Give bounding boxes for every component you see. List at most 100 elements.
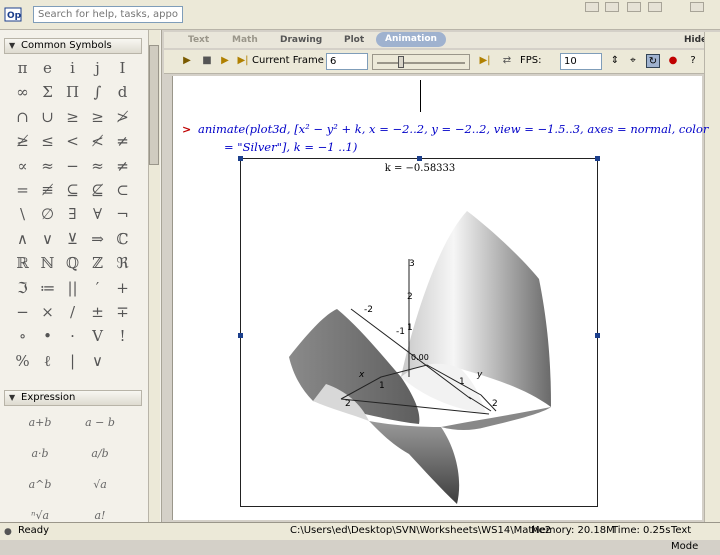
symbol-palette-item[interactable]: ∀ [85, 202, 110, 226]
symbol-palette-item[interactable]: ℓ [35, 349, 60, 373]
direction-icon[interactable]: ⇄ [500, 54, 514, 68]
symbol-palette-item[interactable]: ⇒ [85, 227, 110, 251]
frame-slider[interactable] [372, 54, 470, 70]
symbol-palette-item[interactable]: ⊂ [110, 178, 135, 202]
slider-thumb[interactable] [397, 56, 404, 68]
toolbar-button-5[interactable] [690, 2, 704, 12]
expression-palette-item[interactable]: a − b [70, 407, 130, 438]
resize-handle-mr[interactable] [595, 333, 600, 338]
symbol-palette-item[interactable]: ≈ [35, 154, 60, 178]
expression-palette-item[interactable]: a·b [10, 438, 70, 469]
symbol-palette-item[interactable]: ∫ [85, 80, 110, 104]
expression-palette-item[interactable]: a+b [10, 407, 70, 438]
symbol-palette-item[interactable]: ≮ [85, 129, 110, 153]
symbol-palette-item[interactable]: ≈ [85, 154, 110, 178]
symbol-palette-item[interactable]: j [85, 56, 110, 80]
resize-handle-tl[interactable] [238, 156, 243, 161]
maple-app-icon[interactable]: Op [4, 6, 22, 24]
symbol-palette-item[interactable]: = [10, 178, 35, 202]
tab-drawing[interactable]: Drawing [280, 33, 322, 47]
symbol-palette-item[interactable]: ⊆ [60, 178, 85, 202]
symbol-palette-item[interactable]: · [60, 324, 85, 348]
symbol-palette-item[interactable]: ¬ [110, 202, 135, 226]
symbol-palette-item[interactable]: ≥ [60, 105, 85, 129]
expression-palette-item[interactable]: a^b [10, 469, 70, 500]
symbol-palette-item[interactable]: ℕ [35, 251, 60, 275]
symbol-palette-item[interactable]: ∨ [35, 227, 60, 251]
symbol-palette-item[interactable]: ℤ [85, 251, 110, 275]
symbol-palette-item[interactable]: × [35, 300, 60, 324]
symbol-palette-item[interactable]: ≠ [110, 129, 135, 153]
symbol-palette-item[interactable]: ∃ [60, 202, 85, 226]
symbol-palette-item[interactable]: ℚ [60, 251, 85, 275]
symbol-palette-item[interactable]: ∓ [110, 300, 135, 324]
symbol-palette-item[interactable]: ! [110, 324, 135, 348]
expression-palette-item[interactable]: √a [70, 469, 130, 500]
symbol-palette-item[interactable]: % [10, 349, 35, 373]
symbol-palette-item[interactable]: ∨ [85, 349, 110, 373]
symbol-palette-item[interactable]: ′ [85, 276, 110, 300]
symbol-palette-item[interactable]: i [60, 56, 85, 80]
tab-text[interactable]: Text [188, 33, 209, 47]
tab-animation[interactable]: Animation [376, 32, 446, 47]
fps-input[interactable] [560, 53, 602, 70]
symbol-palette-item[interactable]: ∧ [10, 227, 35, 251]
tab-plot[interactable]: Plot [344, 33, 364, 47]
symbol-palette-item[interactable]: ℜ [110, 251, 135, 275]
symbol-palette-item[interactable]: ∝ [10, 154, 35, 178]
symbol-palette-item[interactable]: ∩ [10, 105, 35, 129]
symbol-palette-item[interactable]: | [60, 349, 85, 373]
stop-icon[interactable]: ■ [200, 54, 214, 68]
symbol-palette-item[interactable]: ≤ [35, 129, 60, 153]
symbol-palette-item[interactable]: / [60, 300, 85, 324]
symbol-palette-item[interactable]: I [110, 56, 135, 80]
expression-palette-item[interactable]: a/b [70, 438, 130, 469]
resize-handle-tr[interactable] [595, 156, 600, 161]
symbol-palette-item[interactable]: || [60, 276, 85, 300]
symbol-palette-item[interactable]: ≯ [110, 105, 135, 129]
symbol-palette-item[interactable]: • [35, 324, 60, 348]
resize-handle-ml[interactable] [238, 333, 243, 338]
symbol-palette-item[interactable]: ⊻ [60, 227, 85, 251]
symbol-palette-item[interactable]: ∪ [35, 105, 60, 129]
symbol-palette-item[interactable]: + [110, 276, 135, 300]
symbol-palette-item[interactable]: \ [10, 202, 35, 226]
next-frame-icon[interactable]: ▶| [236, 54, 250, 68]
command-line-1[interactable]: animate(plot3d, [x² − y² + k, x = −2..2,… [198, 122, 708, 136]
help-search-input[interactable] [33, 6, 183, 23]
symbol-palette-item[interactable]: ∞ [10, 80, 35, 104]
toolbar-button-1[interactable] [585, 2, 599, 12]
symbol-palette-item[interactable]: V [85, 324, 110, 348]
symbol-palette-item[interactable]: e [35, 56, 60, 80]
toolbar-button-2[interactable] [605, 2, 619, 12]
play-pause-icon[interactable]: ▶︎ [180, 54, 194, 68]
expression-header[interactable]: ▼ Expression [4, 390, 142, 406]
animation-plot[interactable]: k = −0.58333 3 2 1 -2 -1 1 2 1 2 x y 0.0… [240, 158, 598, 507]
symbol-palette-item[interactable]: ≠ [110, 154, 135, 178]
document-scrollbar[interactable] [704, 32, 720, 522]
symbol-palette-item[interactable]: < [60, 129, 85, 153]
resize-handle-tm[interactable] [417, 156, 422, 161]
symbol-palette-item[interactable]: ⊈ [85, 178, 110, 202]
speed-icon[interactable]: ▶| [478, 54, 492, 68]
tab-math[interactable]: Math [232, 33, 258, 47]
symbol-palette-item[interactable]: ∘ [10, 324, 35, 348]
common-symbols-header[interactable]: ▼ Common Symbols [4, 38, 142, 54]
command-line-2[interactable]: = "Silver"], k = −1 ..1) [224, 140, 357, 154]
symbol-palette-item[interactable]: ℑ [10, 276, 35, 300]
spinner-icon[interactable]: ⇕ [608, 54, 622, 68]
symbol-palette-item[interactable]: ∅ [35, 202, 60, 226]
symbol-palette-item[interactable]: ± [85, 300, 110, 324]
crosshair-icon[interactable]: ⌖ [626, 54, 640, 68]
symbol-palette-item[interactable]: Σ [35, 80, 60, 104]
options-icon[interactable]: ● [666, 54, 680, 68]
symbol-palette-item[interactable]: ≢ [35, 178, 60, 202]
symbol-palette-item[interactable]: − [10, 300, 35, 324]
symbol-palette-item[interactable]: ≔ [35, 276, 60, 300]
current-frame-input[interactable] [326, 53, 368, 70]
symbol-palette-item[interactable]: Π [60, 80, 85, 104]
symbol-palette-item[interactable]: − [60, 154, 85, 178]
symbol-palette-item[interactable]: π [10, 56, 35, 80]
symbol-palette-item[interactable]: ℂ [110, 227, 135, 251]
symbol-palette-item[interactable]: ≥ [85, 105, 110, 129]
